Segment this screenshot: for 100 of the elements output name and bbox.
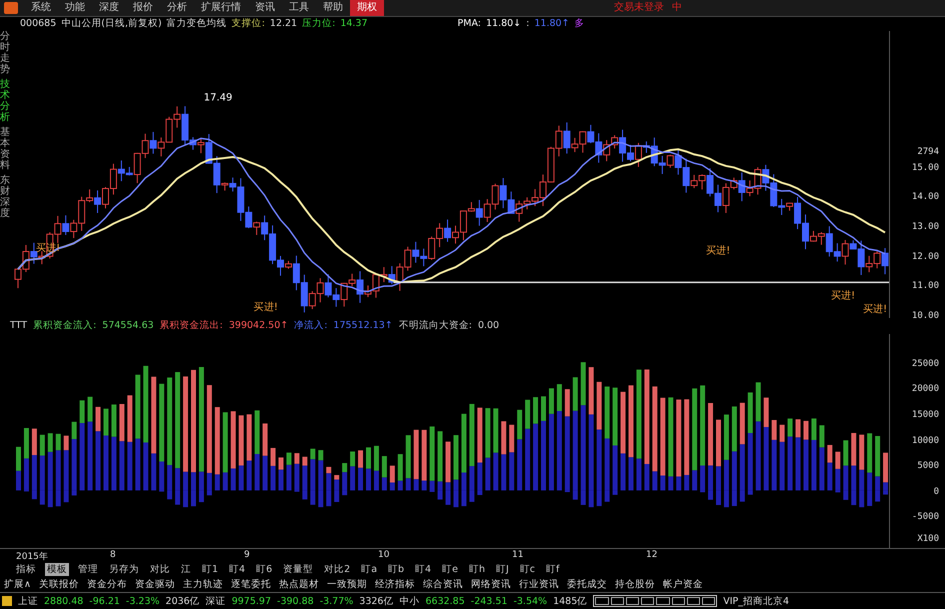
menu-item[interactable]: 扩展行情 <box>194 0 248 16</box>
function-tab[interactable]: 经济指标 <box>374 578 415 592</box>
axis-label: 11.00 <box>912 281 939 292</box>
template-tab[interactable]: 盯h <box>466 563 487 576</box>
index-name: 中小 <box>399 594 420 608</box>
index-price: 9975.97 <box>232 596 272 607</box>
date-label: 8 <box>110 550 116 560</box>
index-change: -96.21 <box>89 596 120 607</box>
menu-item[interactable]: 报价 <box>126 0 160 16</box>
template-tab[interactable]: 盯c <box>518 563 538 576</box>
stock-name: 中山公用(日线,前复权) <box>61 17 162 30</box>
template-tab[interactable]: 模板 <box>45 563 69 576</box>
template-tab[interactable]: 盯6 <box>254 563 274 576</box>
template-tab[interactable]: 盯a <box>359 563 380 576</box>
support-label: 支撑位: <box>232 17 265 30</box>
function-tab[interactable]: 逐笔委托 <box>230 578 271 592</box>
template-tab[interactable]: 资量型 <box>281 563 316 576</box>
menu-item[interactable]: 系统 <box>24 0 58 16</box>
template-tab[interactable]: 对比 <box>148 563 172 576</box>
axis-label: 12.00 <box>912 252 939 262</box>
axis-label: 13.00 <box>912 222 939 232</box>
menu-item[interactable]: 功能 <box>58 0 92 16</box>
indicator-value: 0.00 <box>478 320 500 332</box>
pma2-label: : <box>526 18 530 30</box>
axis-label: 15000 <box>912 410 939 420</box>
template-tab[interactable]: 盯J <box>494 563 511 576</box>
indicator-title: TTT <box>10 320 28 332</box>
indicator-value: 574554.63 <box>102 320 154 332</box>
support-value: 12.21 <box>270 18 298 30</box>
date-label: 11 <box>512 550 524 560</box>
function-tab[interactable]: 持仓股份 <box>614 578 655 592</box>
function-tab[interactable]: 扩展∧ <box>4 578 31 592</box>
unit-label: X100 <box>917 534 939 544</box>
account-label: VIP_招商北京4 <box>723 594 790 608</box>
function-tab[interactable]: 热点题材 <box>278 578 319 592</box>
trend-label: 多 <box>574 17 585 30</box>
date-label: 2015年 <box>16 550 48 563</box>
index-percent: -3.54% <box>513 596 548 607</box>
template-tab[interactable]: 盯1 <box>200 563 220 576</box>
index-price: 6632.85 <box>425 596 465 607</box>
indicator-name: 富力变色均线 <box>166 17 227 30</box>
function-tab[interactable]: 一致预期 <box>326 578 367 592</box>
axis-label: 14.00 <box>912 192 939 202</box>
template-tab[interactable]: 管理 <box>76 563 100 576</box>
date-label: 10 <box>378 550 390 560</box>
side-tab[interactable]: 东财深度 <box>0 174 10 219</box>
function-tab[interactable]: 综合资讯 <box>422 578 463 592</box>
function-tab[interactable]: 行业资讯 <box>518 578 559 592</box>
template-tab[interactable]: 指标 <box>14 563 38 576</box>
pma-label: PMA: <box>458 18 481 30</box>
buy-signal-label: 买进! <box>706 246 730 257</box>
side-tab[interactable]: 技术分析 <box>0 78 10 123</box>
menu-item[interactable]: 期权 <box>350 0 384 16</box>
date-label: 12 <box>646 550 658 560</box>
index-name: 上证 <box>18 594 38 608</box>
side-tab[interactable]: 分时走势 <box>0 30 10 75</box>
side-tab[interactable]: 基本资料 <box>0 126 10 171</box>
index-amount: 1485亿 <box>553 594 588 608</box>
pma2-value: 11.80↑ <box>534 18 570 30</box>
template-tab[interactable]: 另存为 <box>107 563 141 576</box>
template-tab[interactable]: 盯e <box>440 563 460 576</box>
template-tab[interactable]: 盯b <box>386 563 406 576</box>
menu-item[interactable]: 深度 <box>92 0 126 16</box>
date-label: 9 <box>244 550 250 560</box>
axis-label: 2794 <box>917 146 939 157</box>
function-tab[interactable]: 主力轨迹 <box>182 578 223 592</box>
axis-label: -5000 <box>912 512 939 522</box>
flag-icon <box>2 596 12 606</box>
menu-item[interactable]: 资讯 <box>248 0 282 16</box>
axis-label: 10000 <box>912 436 939 446</box>
menu-item[interactable]: 帮助 <box>316 0 350 16</box>
menu-item[interactable]: 中 <box>672 0 682 16</box>
template-tab[interactable]: 盯4 <box>413 563 434 576</box>
function-tab[interactable]: 关联报价 <box>38 578 79 592</box>
login-status[interactable]: 交易未登录 <box>614 0 664 16</box>
index-price: 2880.48 <box>44 596 84 607</box>
template-tab[interactable]: 盯f <box>544 563 562 576</box>
axis-label: 0 <box>934 486 939 497</box>
axis-label: 20000 <box>912 384 939 394</box>
menu-item[interactable]: 工具 <box>282 0 316 16</box>
index-percent: -3.23% <box>126 596 160 607</box>
function-tab[interactable]: 帐户资金 <box>662 578 703 592</box>
indicator-value: 399042.50↑ <box>228 320 288 332</box>
indicator-label: 不明流向大资金: <box>398 319 472 332</box>
buy-signal-label: 买进! <box>863 304 888 315</box>
indicator-label: 累积资金流出: <box>160 319 223 332</box>
template-tab[interactable]: 对比2 <box>322 563 352 576</box>
function-tab[interactable]: 资金驱动 <box>134 578 175 592</box>
pma-value: 11.80↓ <box>486 18 522 30</box>
template-tab[interactable]: 江 <box>179 563 193 576</box>
indicator-label: 累积资金流入: <box>33 319 96 332</box>
function-tab[interactable]: 委托成交 <box>566 578 607 592</box>
template-tab[interactable]: 盯4 <box>227 563 248 576</box>
indicator-value: 175512.13↑ <box>333 320 393 332</box>
function-tab[interactable]: 资金分布 <box>86 578 127 592</box>
function-tab[interactable]: 网络资讯 <box>470 578 511 592</box>
pressure-value: 14.37 <box>340 18 368 30</box>
buy-signal-label: 买进! <box>254 302 278 313</box>
menu-item[interactable]: 分析 <box>160 0 194 16</box>
index-amount: 2036亿 <box>166 594 200 608</box>
